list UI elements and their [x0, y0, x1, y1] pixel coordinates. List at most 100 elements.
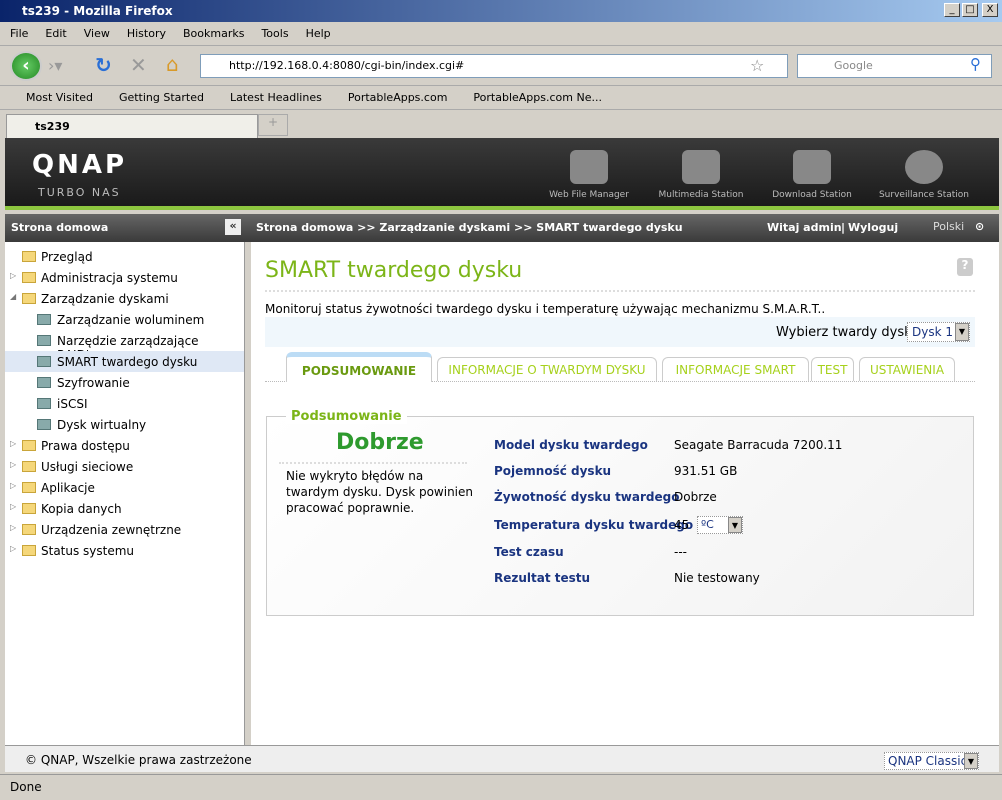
minimize-button[interactable]: _ — [944, 3, 960, 17]
sidebar-item-label: SMART twardego dysku — [57, 355, 198, 369]
back-button[interactable]: ‹ — [10, 51, 42, 81]
stop-icon[interactable]: ✕ — [130, 53, 147, 77]
info-value: 45 — [674, 518, 690, 532]
home-link[interactable]: Strona domowa — [11, 221, 108, 234]
folder-icon — [22, 272, 36, 283]
reload-icon[interactable]: ↻ — [95, 53, 112, 77]
expand-arrow-icon[interactable]: ▷ — [10, 481, 16, 490]
app-download-station[interactable]: Download Station — [757, 150, 867, 200]
temperature-unit-select[interactable]: ºC ▼ — [697, 516, 743, 534]
menubar: File Edit View History Bookmarks Tools Help — [0, 22, 1002, 46]
bookmark-star-icon[interactable]: ☆ — [750, 56, 764, 75]
menu-help[interactable]: Help — [296, 22, 338, 40]
search-input[interactable]: Google — [797, 54, 992, 78]
url-input[interactable]: http://192.168.0.4:8080/cgi-bin/index.cg… — [200, 54, 788, 78]
sidebar-item[interactable]: ▷ Aplikacje — [5, 477, 244, 498]
collapse-sidebar-button[interactable]: « — [225, 219, 241, 235]
sidebar-item-label: Kopia danych — [41, 502, 122, 516]
info-label: Temperatura dysku twardego — [494, 518, 694, 532]
app-surveillance-station[interactable]: Surveillance Station — [869, 150, 979, 200]
home-icon[interactable]: ⌂ — [166, 52, 179, 76]
breadcrumb-bar: Strona domowa « Strona domowa >> Zarządz… — [5, 214, 999, 242]
sidebar-item-label: Szyfrowanie — [57, 376, 130, 390]
sidebar-item[interactable]: SMART twardego dysku — [5, 351, 244, 372]
disk-select-label: Wybierz twardy dysk — [776, 325, 912, 340]
logout-link[interactable]: Wyloguj — [848, 221, 898, 234]
tab-test[interactable]: TEST — [811, 357, 854, 381]
new-tab-button[interactable]: + — [258, 114, 288, 136]
bookmark-most-visited[interactable]: Most Visited — [0, 86, 99, 104]
menu-tools[interactable]: Tools — [251, 22, 295, 40]
app-multimedia-station[interactable]: Multimedia Station — [646, 150, 756, 200]
sidebar-item[interactable]: ▷ Urządzenia zewnętrzne — [5, 519, 244, 540]
app-web-file-manager[interactable]: Web File Manager — [534, 150, 644, 200]
sidebar-item[interactable]: ▷ Prawa dostępu — [5, 435, 244, 456]
menu-icon — [37, 314, 51, 325]
folder-icon — [22, 545, 36, 556]
menu-bookmarks[interactable]: Bookmarks — [173, 22, 251, 40]
help-icon[interactable]: ? — [957, 258, 973, 276]
menu-icon — [37, 377, 51, 388]
info-value: Seagate Barracuda 7200.11 — [674, 438, 843, 452]
sidebar-item[interactable]: ▷ Kopia danych — [5, 498, 244, 519]
sidebar-item-label: Zarządzanie dyskami — [41, 292, 169, 306]
bookmark-getting-started[interactable]: Getting Started — [99, 86, 210, 104]
bookmark-portableapps-news[interactable]: PortableApps.com Ne... — [453, 86, 608, 104]
folder-icon — [22, 482, 36, 493]
menu-file[interactable]: File — [0, 22, 35, 40]
disk-select[interactable]: Dysk 1 ▼ — [907, 322, 970, 342]
forward-button[interactable]: ›▾ — [48, 56, 62, 75]
bookmarks-toolbar: Most Visited Getting Started Latest Headli… — [0, 86, 1002, 110]
sidebar: Przegląd ▷ Administracja systemu ◢ Zarządzan… — [5, 242, 245, 745]
expand-arrow-icon[interactable]: ▷ — [10, 544, 16, 553]
copyright: © QNAP, Wszelkie prawa zastrzeżone — [25, 753, 252, 767]
welcome-text: Witaj admin — [767, 221, 842, 234]
close-button[interactable]: X — [982, 3, 998, 17]
sidebar-item[interactable]: Zarządzanie woluminem — [5, 309, 244, 330]
sidebar-item[interactable]: ▷ Usługi sieciowe — [5, 456, 244, 477]
search-icon[interactable]: ⚲ — [970, 55, 981, 73]
sidebar-item[interactable]: Szyfrowanie — [5, 372, 244, 393]
page-description: Monitoruj status żywotności twardego dys… — [265, 302, 826, 316]
browser-tab[interactable]: ts239 — [6, 114, 258, 138]
tab-ustawienia[interactable]: USTAWIENIA — [859, 357, 955, 381]
window-title: ts239 - Mozilla Firefox — [0, 0, 1002, 22]
language-select[interactable]: Polski — [933, 220, 964, 233]
expand-arrow-icon[interactable]: ▷ — [10, 502, 16, 511]
maximize-button[interactable]: □ — [962, 3, 978, 17]
sidebar-item[interactable]: Przegląd — [5, 246, 244, 267]
menu-edit[interactable]: Edit — [35, 22, 73, 40]
main-content: SMART twardego dysku ? Monitoruj status … — [251, 242, 999, 745]
expand-arrow-icon[interactable]: ◢ — [10, 292, 16, 301]
expand-arrow-icon[interactable]: ▷ — [10, 523, 16, 532]
tab-informacje-smart[interactable]: INFORMACJE SMART — [662, 357, 809, 381]
bookmark-portableapps[interactable]: PortableApps.com — [328, 86, 454, 104]
folder-icon — [22, 293, 36, 304]
language-dropdown-icon[interactable]: ⊙ — [975, 220, 984, 233]
info-value: Dobrze — [674, 490, 717, 504]
sidebar-item[interactable]: Narzędzie zarządzające RAID'em — [5, 330, 244, 362]
footer: © QNAP, Wszelkie prawa zastrzeżone QNAP … — [5, 745, 999, 772]
sidebar-item-label: Przegląd — [41, 250, 93, 264]
info-label: Rezultat testu — [494, 571, 591, 585]
health-status: Dobrze — [336, 430, 424, 455]
expand-arrow-icon[interactable]: ▷ — [10, 460, 16, 469]
sidebar-item[interactable]: Dysk wirtualny — [5, 414, 244, 435]
sidebar-item[interactable]: ◢ Zarządzanie dyskami — [5, 288, 244, 309]
sidebar-item-label: Prawa dostępu — [41, 439, 130, 453]
folder-icon — [22, 440, 36, 451]
theme-select[interactable]: QNAP Classic ▼ — [884, 752, 979, 770]
folder-icon — [22, 524, 36, 535]
sidebar-item-label: Aplikacje — [41, 481, 95, 495]
tab-informacje-o-twardym-dysku[interactable]: INFORMACJE O TWARDYM DYSKU — [437, 357, 657, 381]
tab-podsumowanie[interactable]: PODSUMOWANIE — [286, 352, 432, 382]
menu-history[interactable]: History — [117, 22, 173, 40]
info-value: Nie testowany — [674, 571, 760, 585]
expand-arrow-icon[interactable]: ▷ — [10, 439, 16, 448]
sidebar-item[interactable]: iSCSI — [5, 393, 244, 414]
sidebar-item[interactable]: ▷ Status systemu — [5, 540, 244, 561]
bookmark-latest-headlines[interactable]: Latest Headlines — [210, 86, 328, 104]
expand-arrow-icon[interactable]: ▷ — [10, 271, 16, 280]
menu-view[interactable]: View — [74, 22, 117, 40]
sidebar-item[interactable]: ▷ Administracja systemu — [5, 267, 244, 288]
